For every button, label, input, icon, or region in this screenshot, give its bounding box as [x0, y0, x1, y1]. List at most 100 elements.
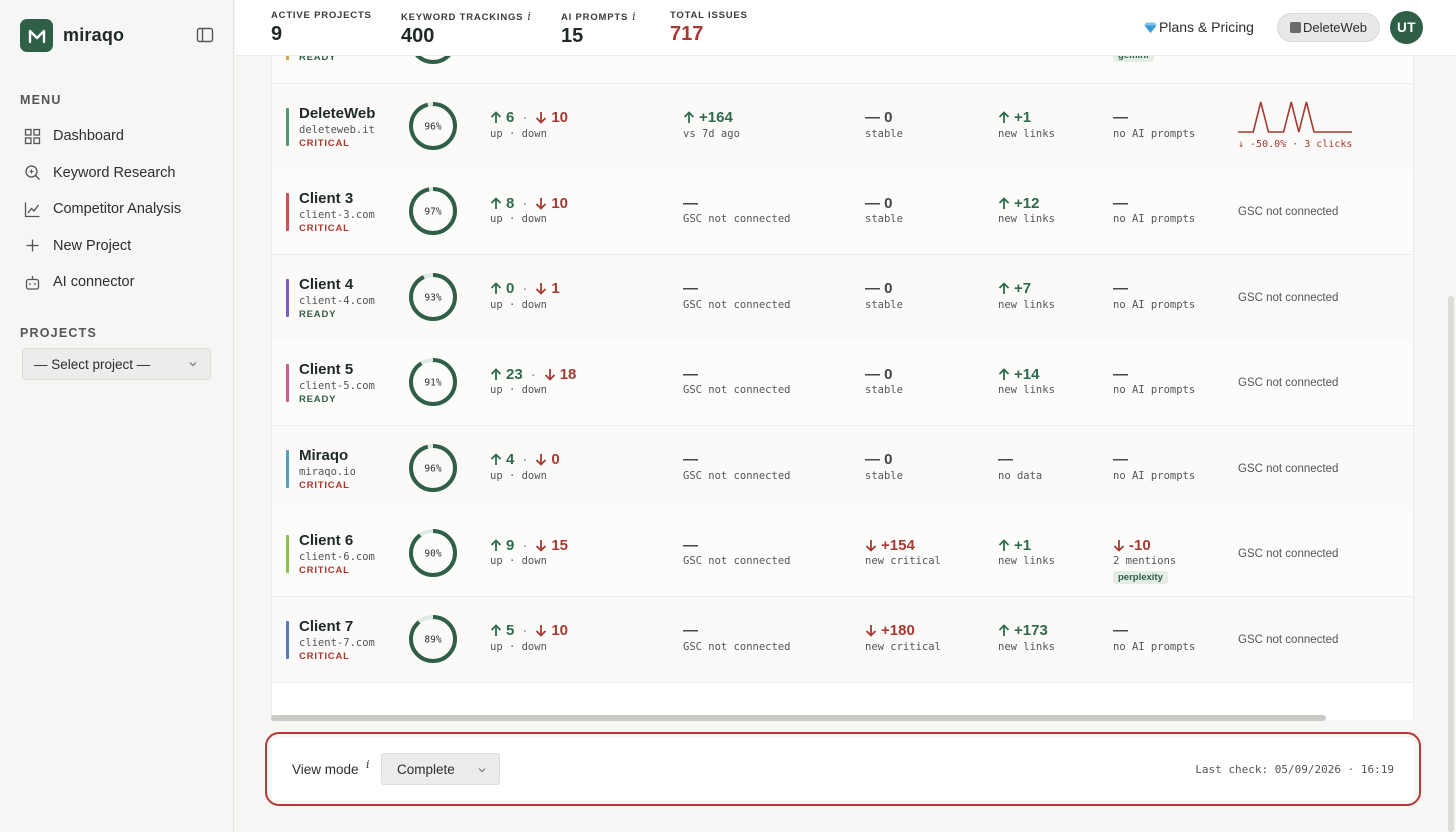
- arrow-up-icon: [998, 282, 1010, 294]
- project-name[interactable]: DeleteWeb: [299, 105, 375, 122]
- issues-cell: — 0stable: [865, 280, 903, 311]
- project-name[interactable]: Client 4: [299, 276, 353, 293]
- health-ring: 93%: [409, 272, 457, 321]
- project-select-value: — Select project —: [34, 356, 151, 372]
- project-name[interactable]: Client 6: [299, 532, 353, 549]
- health-value: 91%: [424, 378, 441, 389]
- project-name[interactable]: Client 7: [299, 618, 353, 635]
- current-project-pill[interactable]: DeleteWeb: [1277, 13, 1380, 42]
- project-domain: miraqo.io: [299, 465, 356, 478]
- project-domain: client-5.com: [299, 380, 375, 392]
- arrow-up-icon: [998, 111, 1010, 123]
- sidebar-item-ai-connector[interactable]: AI connector: [20, 264, 216, 301]
- sidebar-item-keyword-research[interactable]: Keyword Research: [20, 155, 216, 192]
- ai-value: —: [1113, 109, 1128, 126]
- traffic-cell: +164 vs 7d ago: [683, 109, 740, 140]
- issues-sub: stable: [865, 298, 903, 311]
- table-row[interactable]: Client 4 client-4.com READY 93% 0 · 1 up · down…: [272, 254, 1413, 341]
- stat-keyword-trackings: KEYWORD TRACKINGS i 400: [401, 10, 532, 48]
- keywords-down: 15: [551, 536, 569, 554]
- keywords-sub: up · down: [490, 213, 547, 225]
- project-accent-bar: [286, 449, 289, 488]
- issues-cell: +180 new critical: [865, 622, 941, 653]
- keywords-cell: 8 · 10 up · down: [490, 194, 568, 226]
- project-domain: client-3.com: [299, 209, 375, 221]
- sparkline-line: [1238, 101, 1352, 133]
- project-select[interactable]: — Select project —: [22, 348, 211, 380]
- table-row[interactable]: Client 7 client-7.com CRITICAL 89% 5 · 10 up · …: [272, 596, 1413, 683]
- current-project-name: DeleteWeb: [1302, 20, 1368, 35]
- table-row[interactable]: DeleteWeb deleteweb.it CRITICAL 96% 6 · 10 up ·…: [272, 83, 1413, 170]
- gsc-status: GSC not connected: [1238, 206, 1339, 218]
- traffic-value: —: [683, 536, 698, 554]
- status-badge: READY: [299, 394, 337, 405]
- health-value: 96%: [424, 463, 441, 474]
- arrow-up-icon: [998, 624, 1010, 636]
- info-icon[interactable]: i: [632, 10, 636, 23]
- issues-sub: new critical: [865, 640, 941, 653]
- issues-cell: +154 new critical: [865, 536, 941, 568]
- project-icon: [1289, 22, 1301, 33]
- status-badge: CRITICAL: [299, 565, 350, 576]
- last-check: Last check: 05/09/2026 · 16:19: [1195, 763, 1394, 776]
- sidebar-toggle-icon[interactable]: [196, 26, 214, 44]
- info-icon[interactable]: i: [527, 10, 531, 23]
- ai-cell: -10 2 mentions perplexity: [1113, 536, 1176, 584]
- table-row[interactable]: Client 6 client-6.com CRITICAL 90% 9 · 15 up · …: [272, 511, 1413, 597]
- status-badge: CRITICAL: [299, 223, 350, 234]
- issues-cell: — 0stable: [865, 109, 903, 140]
- vertical-scrollbar[interactable]: [1448, 296, 1454, 832]
- plans-pricing-link[interactable]: Plans & Pricing: [1144, 19, 1254, 35]
- project-domain: deleteweb.it: [299, 123, 375, 136]
- view-mode-select[interactable]: Complete: [381, 753, 500, 785]
- info-icon[interactable]: i: [366, 758, 370, 771]
- arrow-down-icon: [536, 454, 547, 466]
- separator: ·: [522, 451, 528, 468]
- brand[interactable]: miraqo: [20, 19, 124, 52]
- separator: ·: [522, 194, 528, 212]
- sidebar-item-competitor-analysis[interactable]: Competitor Analysis: [20, 191, 216, 228]
- ai-sub: 2 mentions: [1113, 555, 1177, 567]
- ai-sub: no AI prompts: [1113, 127, 1196, 140]
- separator: ·: [522, 280, 528, 297]
- ai-sub: no AI prompts: [1113, 469, 1196, 482]
- traffic-cell: — GSC not connected: [683, 280, 790, 311]
- keywords-sub: up · down: [490, 298, 547, 311]
- stat-label: AI PROMPTS: [561, 12, 629, 23]
- sidebar-item-dashboard[interactable]: Dashboard: [20, 118, 216, 155]
- traffic-value: —: [683, 622, 698, 639]
- separator: ·: [522, 109, 528, 126]
- table-row[interactable]: Miraqo miraqo.io CRITICAL 96% 4 · 0 up · down — G…: [272, 425, 1413, 512]
- sidebar: miraqo MENU Dashboard Keyword Research C…: [0, 0, 234, 832]
- project-name[interactable]: Client 5: [299, 361, 353, 378]
- table-row[interactable]: Client 3 client-3.com CRITICAL 97% 8 · 10 up · …: [272, 169, 1413, 255]
- project-name[interactable]: Miraqo: [299, 447, 348, 464]
- stat-value: 15: [561, 25, 584, 47]
- sidebar-item-new-project[interactable]: New Project: [20, 228, 216, 265]
- links-sub: new links: [998, 213, 1055, 225]
- horizontal-scrollbar[interactable]: [271, 715, 1326, 721]
- project-domain: client-7.com: [299, 636, 375, 649]
- project-accent-bar: [286, 620, 289, 659]
- project-accent-bar: [286, 364, 289, 402]
- project-accent-bar: [286, 535, 289, 573]
- project-name[interactable]: Client 3: [299, 190, 353, 207]
- table-row[interactable]: Client 5 client-5.com READY 91% 23 · 18 up · do…: [272, 340, 1413, 426]
- search-icon: [25, 165, 40, 181]
- keywords-up: 9: [506, 536, 515, 554]
- sidebar-item-label: AI connector: [53, 274, 135, 291]
- menu-label: MENU: [20, 93, 62, 107]
- arrow-up-icon: [490, 196, 502, 209]
- status-badge: READY: [299, 308, 337, 320]
- traffic-sub: GSC not connected: [683, 469, 791, 482]
- traffic-value: —: [683, 194, 698, 212]
- issues-value: — 0: [865, 365, 893, 383]
- avatar[interactable]: UT: [1390, 11, 1423, 44]
- chevron-down-icon: [478, 768, 486, 773]
- stat-value: 717: [670, 23, 704, 45]
- keywords-down: 10: [551, 109, 569, 126]
- status-badge: CRITICAL: [299, 650, 350, 662]
- keywords-cell: 9 · 15 up · down: [490, 536, 569, 568]
- ai-sub: no AI prompts: [1113, 298, 1196, 311]
- arrow-up-icon: [998, 538, 1010, 551]
